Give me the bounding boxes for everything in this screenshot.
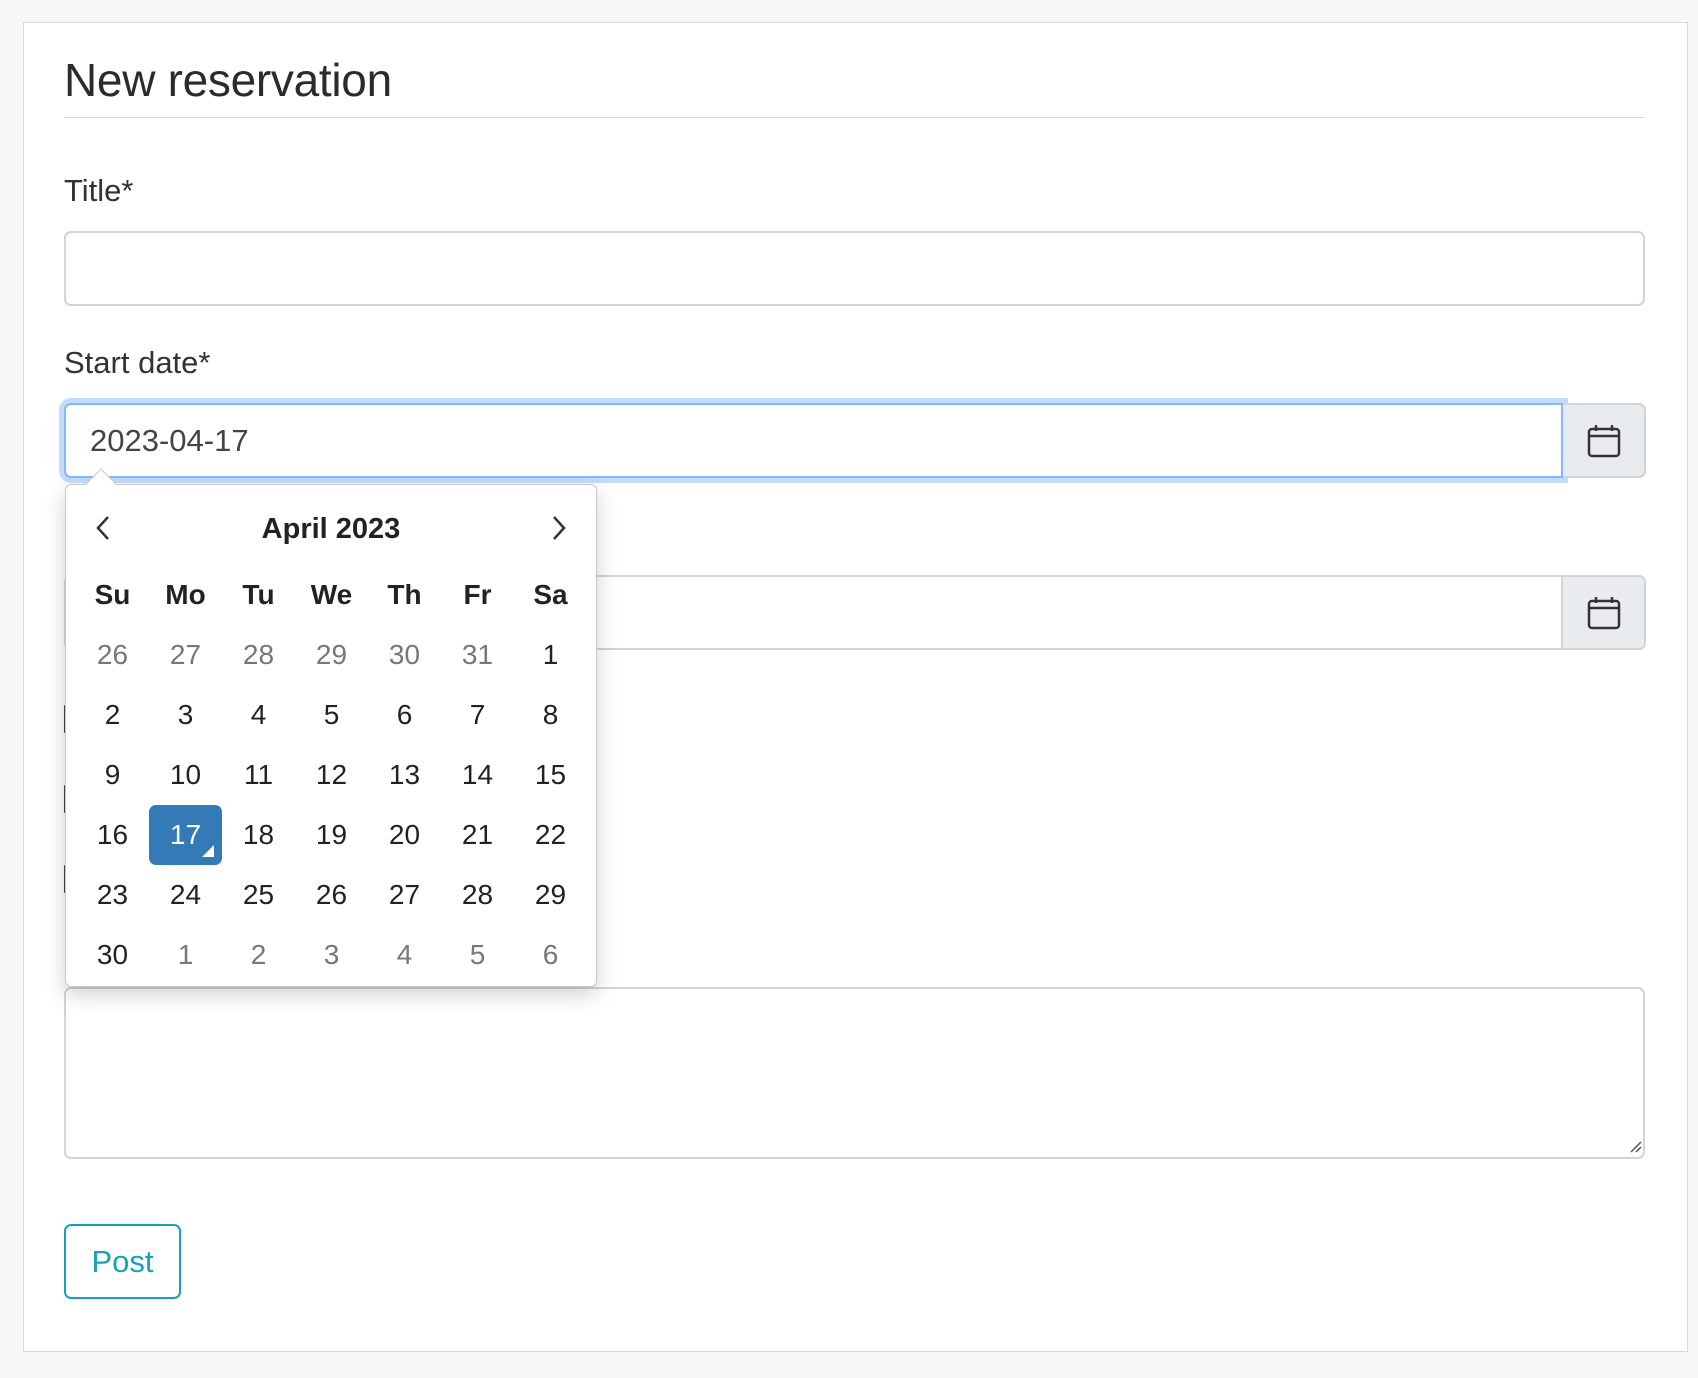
day-cell[interactable]: 7 (441, 685, 514, 745)
weekday-header: Mo (165, 579, 206, 610)
post-button[interactable]: Post (64, 1224, 181, 1299)
weekday-header: Th (387, 579, 422, 610)
datepicker-grid: Su Mo Tu We Th Fr Sa 26 27 28 29 30 31 1 2 3 4 5 6 7 8 9 10 11 1… (76, 565, 588, 985)
notes-textarea[interactable] (64, 987, 1645, 1159)
weekday-header: Fr (463, 579, 492, 610)
calendar-icon (1587, 596, 1620, 629)
day-cell[interactable]: 27 (368, 865, 441, 925)
day-cell[interactable]: 10 (149, 745, 222, 805)
end-date-calendar-button[interactable] (1563, 575, 1646, 650)
day-cell[interactable]: 4 (368, 925, 441, 985)
day-cell[interactable]: 31 (441, 625, 514, 685)
datepicker-header: April 2023 (66, 505, 596, 551)
day-cell[interactable]: 28 (222, 625, 295, 685)
title-divider (64, 117, 1645, 118)
day-cell[interactable]: 3 (149, 685, 222, 745)
day-cell[interactable]: 27 (149, 625, 222, 685)
reservation-card: New reservation Title* Start date* Post (23, 22, 1688, 1352)
day-cell[interactable]: 6 (514, 925, 587, 985)
day-cell[interactable]: 19 (295, 805, 368, 865)
day-cell[interactable]: 21 (441, 805, 514, 865)
datepicker-popup: April 2023 Su Mo Tu We Th Fr Sa 26 27 28 29 30 31 1 2 3… (65, 468, 597, 987)
start-date-input[interactable] (64, 403, 1563, 478)
day-cell[interactable]: 12 (295, 745, 368, 805)
day-cell[interactable]: 29 (295, 625, 368, 685)
day-cell[interactable]: 30 (76, 925, 149, 985)
day-cell[interactable]: 30 (368, 625, 441, 685)
day-cell[interactable]: 1 (514, 625, 587, 685)
weekday-header: Sa (533, 579, 568, 610)
day-cell[interactable]: 16 (76, 805, 149, 865)
title-label: Title* (64, 173, 134, 208)
day-cell[interactable]: 14 (441, 745, 514, 805)
day-cell[interactable]: 9 (76, 745, 149, 805)
day-cell[interactable]: 15 (514, 745, 587, 805)
next-month-button[interactable] (536, 505, 582, 551)
weekday-header: Su (94, 579, 131, 610)
resize-grip-icon[interactable] (1630, 1141, 1642, 1153)
day-cell[interactable]: 24 (149, 865, 222, 925)
day-cell[interactable]: 26 (295, 865, 368, 925)
day-cell[interactable]: 4 (222, 685, 295, 745)
day-cell[interactable]: 8 (514, 685, 587, 745)
day-cell[interactable]: 6 (368, 685, 441, 745)
start-date-calendar-button[interactable] (1563, 403, 1646, 478)
day-cell[interactable]: 20 (368, 805, 441, 865)
weekday-header: Tu (242, 579, 275, 610)
calendar-icon (1587, 424, 1620, 457)
day-cell[interactable]: 1 (149, 925, 222, 985)
start-date-label: Start date* (64, 345, 211, 380)
page-title: New reservation (64, 54, 392, 106)
datepicker-month-label[interactable]: April 2023 (66, 513, 596, 546)
day-cell[interactable]: 5 (441, 925, 514, 985)
chevron-right-icon (553, 516, 566, 540)
day-cell-selected[interactable]: 17 (149, 805, 222, 865)
day-cell[interactable]: 28 (441, 865, 514, 925)
day-cell[interactable]: 18 (222, 805, 295, 865)
day-cell[interactable]: 29 (514, 865, 587, 925)
day-cell[interactable]: 11 (222, 745, 295, 805)
day-cell[interactable]: 2 (222, 925, 295, 985)
day-cell[interactable]: 25 (222, 865, 295, 925)
weekday-header: We (310, 579, 353, 610)
day-cell[interactable]: 26 (76, 625, 149, 685)
day-cell[interactable]: 2 (76, 685, 149, 745)
day-cell[interactable]: 13 (368, 745, 441, 805)
title-input[interactable] (64, 231, 1645, 306)
day-cell[interactable]: 22 (514, 805, 587, 865)
day-cell[interactable]: 5 (295, 685, 368, 745)
day-cell[interactable]: 23 (76, 865, 149, 925)
day-cell[interactable]: 3 (295, 925, 368, 985)
